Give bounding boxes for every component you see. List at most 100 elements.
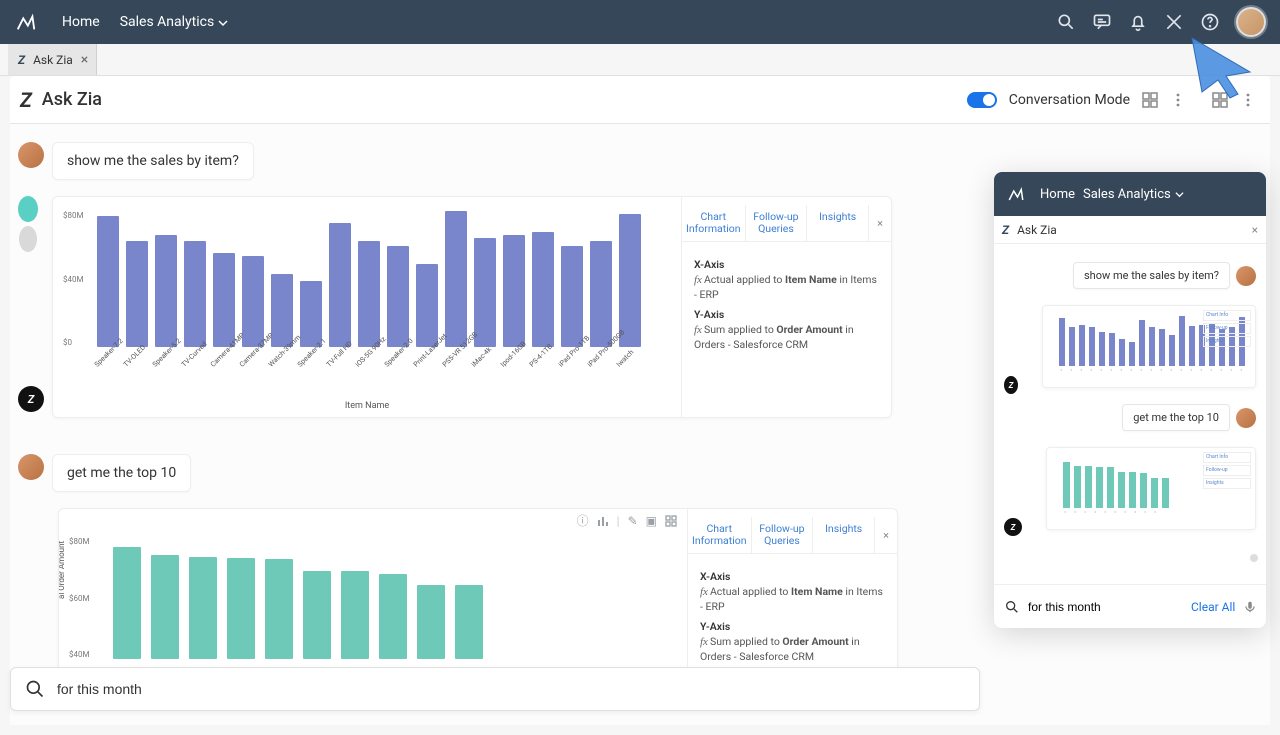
bar [379, 574, 407, 659]
more-icon[interactable] [1170, 92, 1186, 108]
bar [455, 585, 483, 659]
edit-icon[interactable]: ✎ [628, 515, 638, 527]
bar [189, 557, 217, 659]
app-logo-icon[interactable] [1004, 182, 1028, 206]
user-avatar-sm [18, 142, 44, 168]
y-axis-detail: fxSum applied to Order Amount in Orders … [694, 323, 879, 352]
bar [242, 256, 264, 347]
y-axis-title-2: al Order Amount [58, 541, 66, 599]
nav-home[interactable]: Home [52, 14, 110, 30]
chat-icon[interactable] [1092, 12, 1112, 32]
panel-xlabels-1: ••••••••••••••••••• [1059, 369, 1245, 379]
user-avatar-xs [1236, 408, 1256, 428]
chart-card-sales-by-item: $80M $40M $0 Speaker-7.2TV-OLEDSpeaker-5… [52, 196, 892, 418]
bar [417, 585, 445, 659]
bar [619, 214, 641, 347]
close-icon[interactable]: × [1252, 223, 1258, 237]
tab-insights[interactable]: Insights [813, 517, 875, 553]
zia-logo-icon: Z [20, 88, 32, 112]
fx-icon: fx [700, 636, 708, 648]
panel-tab-label: Ask Zia [1017, 223, 1057, 237]
panel-search-input[interactable] [1028, 600, 1183, 614]
grid-icon[interactable] [665, 515, 677, 527]
y-axis-heading: Y-Axis [694, 308, 879, 321]
user-avatar[interactable] [1236, 7, 1266, 37]
conversation-mode-toggle[interactable] [967, 92, 997, 108]
panel-nav-home[interactable]: Home [1040, 187, 1075, 202]
panel-chart-side-info: Chart InfoFollow-upInsights [1203, 452, 1251, 491]
tab-followup-queries[interactable]: Follow-up Queries [746, 205, 808, 241]
chart-area-1: $80M $40M $0 Speaker-7.2TV-OLEDSpeaker-5… [53, 197, 681, 417]
x-label: Speaker-2.1 [296, 347, 317, 368]
x-label: Camera-37MP [238, 347, 259, 368]
bar [358, 241, 380, 347]
search-input-bar[interactable] [10, 667, 980, 711]
x-label: Camera-41MP [209, 347, 230, 368]
bar [303, 571, 331, 659]
info-icon[interactable]: ⓘ [577, 515, 589, 527]
user-avatar-xs [1236, 266, 1256, 286]
tools-icon[interactable] [1164, 12, 1184, 32]
export-icon[interactable]: ▣ [646, 515, 657, 527]
x-label: iOS-5G 90Hz [354, 347, 375, 368]
x-label: iPad Pro-500GB [586, 347, 607, 368]
tab-chart-information[interactable]: Chart Information [682, 205, 746, 241]
panel-topbar: Home Sales Analytics [994, 172, 1266, 216]
tab-chart-information[interactable]: Chart Information [688, 517, 752, 553]
grid-icon-2[interactable] [1212, 92, 1228, 108]
y-axis-detail: fxSum applied to Order Amount in Orders … [700, 635, 885, 664]
zia-icon: Z [1002, 223, 1009, 237]
help-icon[interactable] [1200, 12, 1220, 32]
x-axis-labels: Speaker-7.2TV-OLEDSpeaker-5.2TV-CurvedCa… [93, 351, 671, 371]
panel-user-bubble-1: show me the sales by item? [1073, 262, 1230, 289]
x-label: Ipod-16GB [499, 347, 520, 368]
search-icon[interactable] [1056, 12, 1076, 32]
x-label: PS5-VR 512GB [441, 347, 462, 368]
more-icon-2[interactable] [1240, 92, 1256, 108]
x-label: iMac-4k [470, 347, 491, 368]
x-label: Speaker-2.0 [383, 347, 404, 368]
bell-icon[interactable] [1128, 12, 1148, 32]
bar [151, 555, 179, 659]
panel-nav-workspace[interactable]: Sales Analytics [1083, 187, 1184, 202]
bar [227, 558, 255, 659]
bar [213, 253, 235, 347]
bar [474, 238, 496, 347]
nav-workspace[interactable]: Sales Analytics [110, 14, 239, 30]
tab-ask-zia[interactable]: Z Ask Zia × [8, 44, 97, 75]
user-avatar-sm [18, 454, 44, 480]
page-title: Ask Zia [42, 89, 102, 110]
bar [503, 235, 525, 347]
tab-insights[interactable]: Insights [807, 205, 869, 241]
grid-icon[interactable] [1142, 92, 1158, 108]
x-label: Print-LaserJet [412, 347, 433, 368]
x-label: Speaker-7.2 [93, 347, 114, 368]
chart-info-panel: Chart Information Follow-up Queries Insi… [681, 197, 891, 417]
panel-tab[interactable]: Z Ask Zia × [994, 216, 1266, 244]
search-icon [1004, 599, 1020, 615]
chart-toolbar: ⓘ | ✎ ▣ [577, 515, 677, 527]
bar [329, 223, 351, 347]
close-icon[interactable]: × [81, 52, 88, 68]
mic-icon[interactable] [1243, 600, 1257, 614]
x-label: TV-OLED [122, 347, 143, 368]
search-input[interactable] [57, 681, 965, 697]
panel-search-bar[interactable]: Clear All [994, 584, 1266, 628]
scroll-indicator [1250, 554, 1258, 562]
bar [126, 241, 148, 347]
chevron-down-icon [218, 18, 228, 28]
tab-followup-queries[interactable]: Follow-up Queries [752, 517, 814, 553]
bar [590, 241, 612, 347]
x-label: TV-Full HD [325, 347, 346, 368]
x-label: Speaker-5.2 [151, 347, 172, 368]
panel-body: show me the sales by item? Z Chart InfoF… [994, 244, 1266, 584]
close-icon[interactable]: × [875, 517, 897, 553]
close-icon[interactable]: × [869, 205, 891, 241]
zia-avatar-black: Z [18, 386, 44, 412]
x-axis-heading: X-Axis [700, 570, 885, 583]
chart-type-icon[interactable] [597, 515, 609, 527]
clear-all-button[interactable]: Clear All [1191, 600, 1235, 614]
floating-panel: Home Sales Analytics Z Ask Zia × show me… [994, 172, 1266, 628]
bar [341, 571, 369, 659]
app-logo-icon[interactable] [14, 10, 38, 34]
